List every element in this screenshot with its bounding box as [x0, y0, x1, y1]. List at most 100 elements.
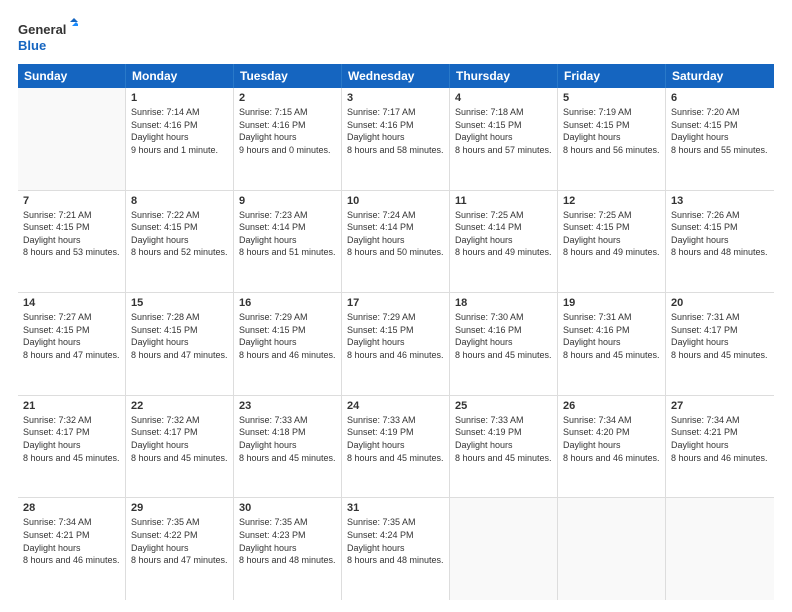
cell-info: Sunrise: 7:30 AM Sunset: 4:16 PM Dayligh… [455, 311, 552, 361]
weekday-header: Monday [126, 64, 234, 88]
cell-info: Sunrise: 7:34 AM Sunset: 4:21 PM Dayligh… [671, 414, 769, 464]
calendar-cell: 6 Sunrise: 7:20 AM Sunset: 4:15 PM Dayli… [666, 88, 774, 190]
calendar-cell: 3 Sunrise: 7:17 AM Sunset: 4:16 PM Dayli… [342, 88, 450, 190]
cell-info: Sunrise: 7:23 AM Sunset: 4:14 PM Dayligh… [239, 209, 336, 259]
cell-info: Sunrise: 7:26 AM Sunset: 4:15 PM Dayligh… [671, 209, 769, 259]
calendar-page: General Blue SundayMondayTuesdayWednesda… [0, 0, 792, 612]
calendar-row: 28 Sunrise: 7:34 AM Sunset: 4:21 PM Dayl… [18, 498, 774, 600]
calendar-header: SundayMondayTuesdayWednesdayThursdayFrid… [18, 64, 774, 88]
calendar-cell: 12 Sunrise: 7:25 AM Sunset: 4:15 PM Dayl… [558, 191, 666, 293]
svg-text:General: General [18, 22, 66, 37]
calendar-cell: 18 Sunrise: 7:30 AM Sunset: 4:16 PM Dayl… [450, 293, 558, 395]
calendar-cell: 5 Sunrise: 7:19 AM Sunset: 4:15 PM Dayli… [558, 88, 666, 190]
calendar-cell: 7 Sunrise: 7:21 AM Sunset: 4:15 PM Dayli… [18, 191, 126, 293]
calendar-cell: 17 Sunrise: 7:29 AM Sunset: 4:15 PM Dayl… [342, 293, 450, 395]
day-number: 30 [239, 502, 336, 514]
day-number: 6 [671, 92, 769, 104]
calendar-cell: 8 Sunrise: 7:22 AM Sunset: 4:15 PM Dayli… [126, 191, 234, 293]
cell-info: Sunrise: 7:33 AM Sunset: 4:18 PM Dayligh… [239, 414, 336, 464]
calendar-body: 1 Sunrise: 7:14 AM Sunset: 4:16 PM Dayli… [18, 88, 774, 600]
calendar-cell: 1 Sunrise: 7:14 AM Sunset: 4:16 PM Dayli… [126, 88, 234, 190]
calendar-cell [558, 498, 666, 600]
calendar-cell: 20 Sunrise: 7:31 AM Sunset: 4:17 PM Dayl… [666, 293, 774, 395]
calendar-cell: 23 Sunrise: 7:33 AM Sunset: 4:18 PM Dayl… [234, 396, 342, 498]
day-number: 27 [671, 400, 769, 412]
cell-info: Sunrise: 7:21 AM Sunset: 4:15 PM Dayligh… [23, 209, 120, 259]
day-number: 11 [455, 195, 552, 207]
calendar-cell: 31 Sunrise: 7:35 AM Sunset: 4:24 PM Dayl… [342, 498, 450, 600]
calendar-cell: 25 Sunrise: 7:33 AM Sunset: 4:19 PM Dayl… [450, 396, 558, 498]
calendar-row: 21 Sunrise: 7:32 AM Sunset: 4:17 PM Dayl… [18, 396, 774, 499]
day-number: 13 [671, 195, 769, 207]
weekday-header: Wednesday [342, 64, 450, 88]
cell-info: Sunrise: 7:28 AM Sunset: 4:15 PM Dayligh… [131, 311, 228, 361]
day-number: 7 [23, 195, 120, 207]
calendar-cell: 29 Sunrise: 7:35 AM Sunset: 4:22 PM Dayl… [126, 498, 234, 600]
cell-info: Sunrise: 7:14 AM Sunset: 4:16 PM Dayligh… [131, 106, 228, 156]
weekday-header: Tuesday [234, 64, 342, 88]
calendar: SundayMondayTuesdayWednesdayThursdayFrid… [18, 64, 774, 600]
cell-info: Sunrise: 7:15 AM Sunset: 4:16 PM Dayligh… [239, 106, 336, 156]
cell-info: Sunrise: 7:35 AM Sunset: 4:23 PM Dayligh… [239, 516, 336, 566]
calendar-cell: 11 Sunrise: 7:25 AM Sunset: 4:14 PM Dayl… [450, 191, 558, 293]
cell-info: Sunrise: 7:31 AM Sunset: 4:16 PM Dayligh… [563, 311, 660, 361]
cell-info: Sunrise: 7:24 AM Sunset: 4:14 PM Dayligh… [347, 209, 444, 259]
weekday-header: Saturday [666, 64, 774, 88]
day-number: 2 [239, 92, 336, 104]
day-number: 21 [23, 400, 120, 412]
cell-info: Sunrise: 7:29 AM Sunset: 4:15 PM Dayligh… [239, 311, 336, 361]
cell-info: Sunrise: 7:31 AM Sunset: 4:17 PM Dayligh… [671, 311, 769, 361]
calendar-cell: 27 Sunrise: 7:34 AM Sunset: 4:21 PM Dayl… [666, 396, 774, 498]
calendar-cell: 9 Sunrise: 7:23 AM Sunset: 4:14 PM Dayli… [234, 191, 342, 293]
calendar-cell: 2 Sunrise: 7:15 AM Sunset: 4:16 PM Dayli… [234, 88, 342, 190]
cell-info: Sunrise: 7:34 AM Sunset: 4:21 PM Dayligh… [23, 516, 120, 566]
weekday-header: Friday [558, 64, 666, 88]
cell-info: Sunrise: 7:25 AM Sunset: 4:14 PM Dayligh… [455, 209, 552, 259]
day-number: 28 [23, 502, 120, 514]
calendar-cell [18, 88, 126, 190]
calendar-row: 7 Sunrise: 7:21 AM Sunset: 4:15 PM Dayli… [18, 191, 774, 294]
logo: General Blue [18, 18, 78, 56]
page-header: General Blue [18, 18, 774, 56]
day-number: 1 [131, 92, 228, 104]
calendar-cell [450, 498, 558, 600]
calendar-cell: 21 Sunrise: 7:32 AM Sunset: 4:17 PM Dayl… [18, 396, 126, 498]
cell-info: Sunrise: 7:17 AM Sunset: 4:16 PM Dayligh… [347, 106, 444, 156]
logo-svg: General Blue [18, 18, 78, 56]
calendar-cell: 22 Sunrise: 7:32 AM Sunset: 4:17 PM Dayl… [126, 396, 234, 498]
cell-info: Sunrise: 7:33 AM Sunset: 4:19 PM Dayligh… [455, 414, 552, 464]
day-number: 19 [563, 297, 660, 309]
calendar-cell: 26 Sunrise: 7:34 AM Sunset: 4:20 PM Dayl… [558, 396, 666, 498]
day-number: 26 [563, 400, 660, 412]
calendar-row: 14 Sunrise: 7:27 AM Sunset: 4:15 PM Dayl… [18, 293, 774, 396]
day-number: 31 [347, 502, 444, 514]
calendar-cell: 28 Sunrise: 7:34 AM Sunset: 4:21 PM Dayl… [18, 498, 126, 600]
day-number: 17 [347, 297, 444, 309]
day-number: 5 [563, 92, 660, 104]
day-number: 29 [131, 502, 228, 514]
calendar-cell: 13 Sunrise: 7:26 AM Sunset: 4:15 PM Dayl… [666, 191, 774, 293]
cell-info: Sunrise: 7:34 AM Sunset: 4:20 PM Dayligh… [563, 414, 660, 464]
calendar-cell: 24 Sunrise: 7:33 AM Sunset: 4:19 PM Dayl… [342, 396, 450, 498]
svg-text:Blue: Blue [18, 38, 46, 53]
day-number: 23 [239, 400, 336, 412]
cell-info: Sunrise: 7:32 AM Sunset: 4:17 PM Dayligh… [23, 414, 120, 464]
day-number: 18 [455, 297, 552, 309]
calendar-row: 1 Sunrise: 7:14 AM Sunset: 4:16 PM Dayli… [18, 88, 774, 191]
day-number: 15 [131, 297, 228, 309]
cell-info: Sunrise: 7:32 AM Sunset: 4:17 PM Dayligh… [131, 414, 228, 464]
day-number: 9 [239, 195, 336, 207]
calendar-cell: 16 Sunrise: 7:29 AM Sunset: 4:15 PM Dayl… [234, 293, 342, 395]
day-number: 20 [671, 297, 769, 309]
day-number: 12 [563, 195, 660, 207]
cell-info: Sunrise: 7:22 AM Sunset: 4:15 PM Dayligh… [131, 209, 228, 259]
cell-info: Sunrise: 7:19 AM Sunset: 4:15 PM Dayligh… [563, 106, 660, 156]
day-number: 16 [239, 297, 336, 309]
cell-info: Sunrise: 7:35 AM Sunset: 4:22 PM Dayligh… [131, 516, 228, 566]
calendar-cell: 4 Sunrise: 7:18 AM Sunset: 4:15 PM Dayli… [450, 88, 558, 190]
cell-info: Sunrise: 7:35 AM Sunset: 4:24 PM Dayligh… [347, 516, 444, 566]
cell-info: Sunrise: 7:25 AM Sunset: 4:15 PM Dayligh… [563, 209, 660, 259]
calendar-cell: 30 Sunrise: 7:35 AM Sunset: 4:23 PM Dayl… [234, 498, 342, 600]
calendar-cell: 14 Sunrise: 7:27 AM Sunset: 4:15 PM Dayl… [18, 293, 126, 395]
cell-info: Sunrise: 7:33 AM Sunset: 4:19 PM Dayligh… [347, 414, 444, 464]
